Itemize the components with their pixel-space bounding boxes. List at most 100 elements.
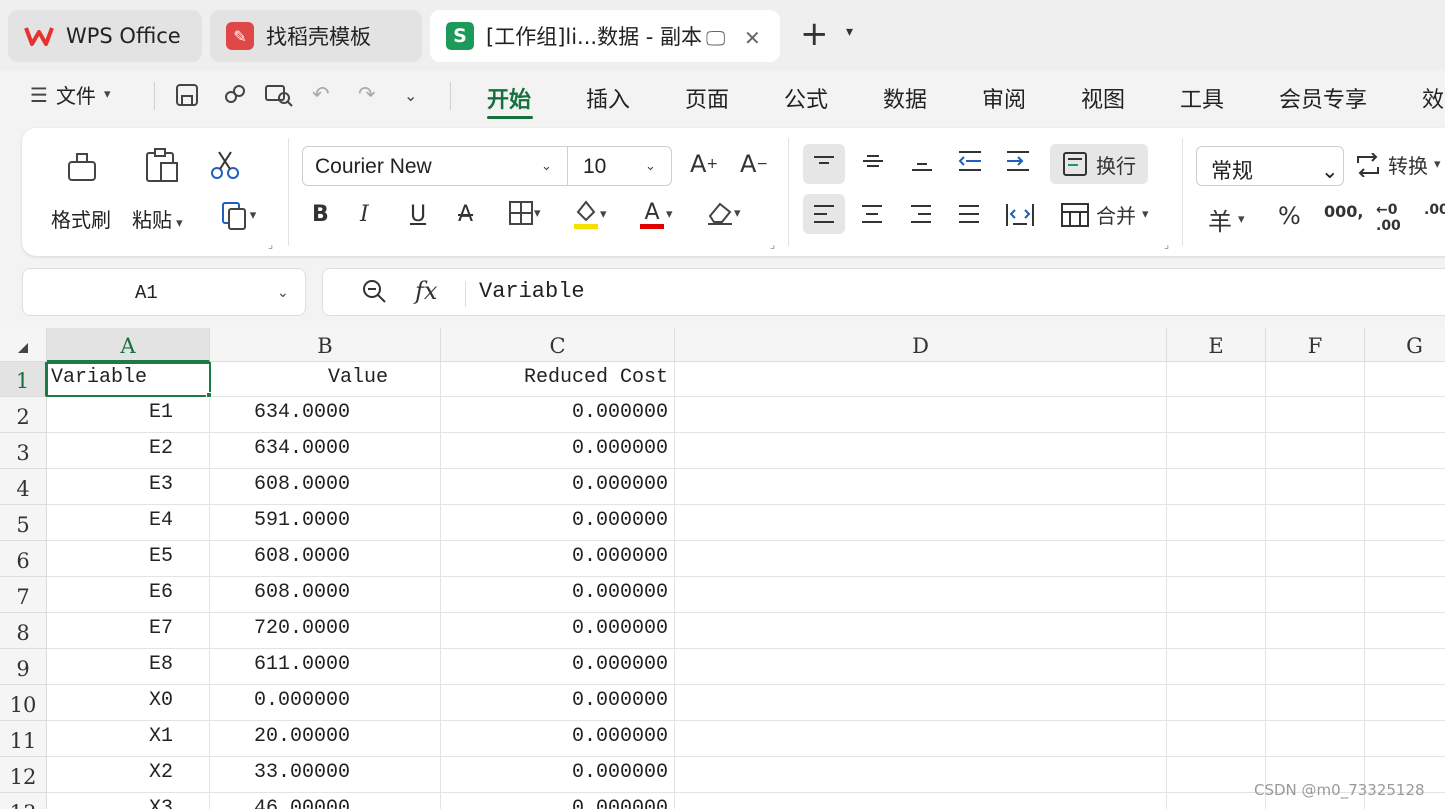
cell-b3[interactable]: 634.0000 [210,433,441,469]
row-header-10[interactable]: 10 [0,685,47,721]
cell-c9[interactable]: 0.000000 [441,649,675,685]
tab-member[interactable]: 会员专享 [1279,82,1367,114]
cell-a13[interactable]: X3 [47,793,210,809]
cell-b5[interactable]: 591.0000 [210,505,441,541]
thousands-separator-icon[interactable]: 000, [1324,202,1363,221]
cell-a4[interactable]: E3 [47,469,210,505]
cell-f8[interactable] [1266,613,1365,649]
align-top-icon[interactable] [803,144,845,184]
new-tab-icon[interactable]: + [800,14,829,54]
row-header-9[interactable]: 9 [0,649,47,685]
cell-e3[interactable] [1167,433,1266,469]
export-icon[interactable] [222,82,248,113]
cell-d11[interactable] [675,721,1167,757]
dialog-launcher-icon[interactable]: ⌟ [1164,238,1169,251]
row-header-6[interactable]: 6 [0,541,47,577]
align-middle-icon[interactable] [862,150,884,170]
percent-icon[interactable]: % [1278,202,1301,230]
cell-f3[interactable] [1266,433,1365,469]
cell-g8[interactable] [1365,613,1445,649]
cell-d5[interactable] [675,505,1167,541]
paste-icon[interactable] [142,146,182,186]
file-menu-button[interactable]: ☰ 文件 ▾ [30,80,110,109]
cell-g4[interactable] [1365,469,1445,505]
cell-c5[interactable]: 0.000000 [441,505,675,541]
cell-c7[interactable]: 0.000000 [441,577,675,613]
cell-a10[interactable]: X0 [47,685,210,721]
font-color-icon[interactable]: A ▾ [638,198,673,230]
row-header-3[interactable]: 3 [0,433,47,469]
cell-d12[interactable] [675,757,1167,793]
row-header-12[interactable]: 12 [0,757,47,793]
cell-a11[interactable]: X1 [47,721,210,757]
monitor-icon[interactable]: 🖵 [706,26,725,50]
cell-a12[interactable]: X2 [47,757,210,793]
save-icon[interactable] [174,82,200,113]
cell-e8[interactable] [1167,613,1266,649]
tab-wps-office[interactable]: WPS Office [8,10,202,62]
tab-formula[interactable]: 公式 [784,82,828,114]
decrease-font-icon[interactable]: A − [740,150,768,178]
cell-d9[interactable] [675,649,1167,685]
column-header-e[interactable]: E [1167,328,1266,362]
cell-d8[interactable] [675,613,1167,649]
cell-g6[interactable] [1365,541,1445,577]
cell-g10[interactable] [1365,685,1445,721]
cell-b1[interactable]: Value [210,362,441,397]
font-size-input[interactable]: 10 [583,155,606,179]
cell-g9[interactable] [1365,649,1445,685]
row-header-4[interactable]: 4 [0,469,47,505]
cell-f6[interactable] [1266,541,1365,577]
cell-b11[interactable]: 20.00000 [210,721,441,757]
dialog-launcher-icon[interactable]: ⌟ [770,238,775,251]
tab-home[interactable]: 开始 [487,82,531,114]
cell-d10[interactable] [675,685,1167,721]
cell-c12[interactable]: 0.000000 [441,757,675,793]
cell-c13[interactable]: 0.000000 [441,793,675,809]
cell-g11[interactable] [1365,721,1445,757]
redo-icon[interactable]: ↷ [358,82,376,106]
cell-g2[interactable] [1365,397,1445,433]
cell-a8[interactable]: E7 [47,613,210,649]
cell-f2[interactable] [1266,397,1365,433]
cell-c4[interactable]: 0.000000 [441,469,675,505]
underline-icon[interactable]: U [410,202,426,227]
cell-c10[interactable]: 0.000000 [441,685,675,721]
cell-g1[interactable] [1365,362,1445,397]
name-box[interactable]: A1 ⌄ [22,268,306,316]
cell-b4[interactable]: 608.0000 [210,469,441,505]
undo-icon[interactable]: ↶ [312,82,330,106]
cell-e9[interactable] [1167,649,1266,685]
cell-b8[interactable]: 720.0000 [210,613,441,649]
cell-b13[interactable]: 46.00000 [210,793,441,809]
cell-f5[interactable] [1266,505,1365,541]
cell-a7[interactable]: E6 [47,577,210,613]
column-header-c[interactable]: C [441,328,675,362]
cell-e11[interactable] [1167,721,1266,757]
tab-tools[interactable]: 工具 [1180,82,1224,114]
merge-cells-button[interactable]: 合并 ▾ [1060,200,1149,229]
cell-d13[interactable] [675,793,1167,809]
cell-e5[interactable] [1167,505,1266,541]
cell-c6[interactable]: 0.000000 [441,541,675,577]
row-header-1[interactable]: 1 [0,362,47,397]
cell-b7[interactable]: 608.0000 [210,577,441,613]
row-header-2[interactable]: 2 [0,397,47,433]
cell-d1[interactable] [675,362,1167,397]
bold-icon[interactable]: B [312,202,329,227]
cell-e2[interactable] [1167,397,1266,433]
clear-format-icon[interactable]: ▾ [706,200,741,226]
currency-icon[interactable]: 羊 ▾ [1208,202,1245,237]
cell-b6[interactable]: 608.0000 [210,541,441,577]
cell-g3[interactable] [1365,433,1445,469]
fill-color-icon[interactable]: ▾ [572,198,607,230]
cell-e12[interactable] [1167,757,1266,793]
cell-e4[interactable] [1167,469,1266,505]
chevron-down-icon[interactable]: ▾ [846,24,853,40]
cell-d6[interactable] [675,541,1167,577]
chevron-down-icon[interactable]: ⌄ [277,285,289,301]
row-header-7[interactable]: 7 [0,577,47,613]
tab-efficiency[interactable]: 效 [1422,82,1444,114]
cell-e13[interactable] [1167,793,1266,809]
cell-d3[interactable] [675,433,1167,469]
